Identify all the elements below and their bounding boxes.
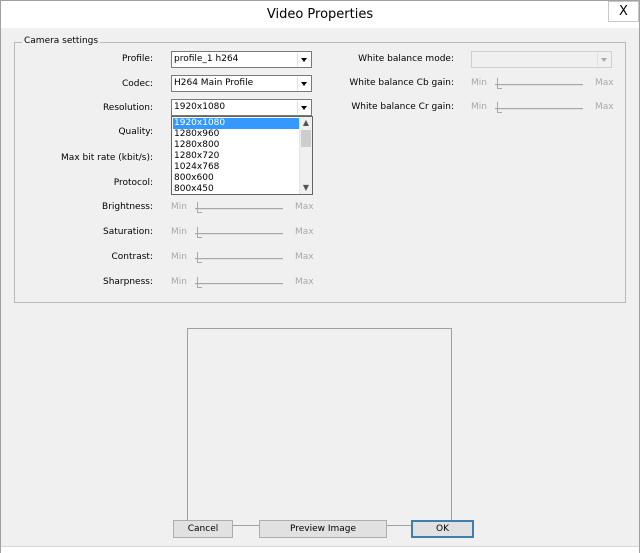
preview-image-button[interactable]: Preview Image [259, 520, 387, 538]
white-balance-cb-min: Min [471, 78, 487, 88]
scroll-up-icon[interactable]: ▲ [300, 117, 312, 129]
video-properties-window: Video Properties X Camera settings Profi… [0, 0, 640, 553]
bottom-edge [1, 546, 639, 553]
scrollbar-thumb[interactable] [301, 130, 311, 147]
chevron-down-icon[interactable] [597, 53, 610, 66]
resolution-option[interactable]: 1280x720 [173, 151, 299, 162]
scroll-down-icon[interactable]: ▼ [300, 182, 312, 194]
white-balance-cr-thumb[interactable] [497, 102, 502, 113]
protocol-label: Protocol: [113, 178, 153, 188]
contrast-label: Contrast: [111, 252, 154, 262]
saturation-min: Min [171, 227, 187, 237]
cancel-button[interactable]: Cancel [173, 520, 233, 538]
resolution-option[interactable]: 1920x1080 [173, 118, 299, 129]
white-balance-cb-max: Max [595, 78, 614, 88]
sharpness-label: Sharpness: [103, 277, 153, 287]
quality-label: Quality: [118, 127, 153, 137]
sharpness-slider[interactable]: Min Max [171, 277, 316, 291]
saturation-track [195, 233, 283, 235]
camera-settings-legend: Camera settings [22, 36, 101, 46]
preview-image-area [187, 328, 452, 526]
codec-label: Codec: [121, 79, 153, 89]
saturation-label: Saturation: [103, 227, 153, 237]
contrast-min: Min [171, 252, 187, 262]
resolution-option[interactable]: 800x450 [173, 184, 299, 195]
close-button[interactable]: X [608, 1, 639, 22]
white-balance-cr-track [495, 108, 583, 110]
sharpness-track [195, 283, 283, 285]
white-balance-mode-combo[interactable] [471, 51, 612, 68]
brightness-label: Brightness: [102, 202, 153, 212]
saturation-max: Max [295, 227, 314, 237]
resolution-option[interactable]: 1280x800 [173, 140, 299, 151]
resolution-value: 1920x1080 [174, 102, 226, 112]
white-balance-cb-track [495, 84, 583, 86]
saturation-thumb[interactable] [197, 227, 202, 238]
resolution-label: Resolution: [102, 103, 153, 113]
white-balance-cb-label: White balance Cb gain: [349, 78, 454, 88]
window-title: Video Properties [266, 7, 374, 22]
contrast-max: Max [295, 252, 314, 262]
codec-value: H264 Main Profile [174, 78, 254, 88]
saturation-slider[interactable]: Min Max [171, 227, 316, 241]
resolution-option[interactable]: 1280x960 [173, 129, 299, 140]
dropdown-scrollbar[interactable]: ▲ ▼ [299, 117, 312, 194]
resolution-option[interactable]: 800x600 [173, 173, 299, 184]
ok-button[interactable]: OK [411, 520, 474, 538]
sharpness-max: Max [295, 277, 314, 287]
white-balance-mode-label: White balance mode: [358, 54, 454, 64]
close-icon: X [619, 4, 628, 19]
sharpness-min: Min [171, 277, 187, 287]
resolution-dropdown-list[interactable]: 1920x1080 1280x960 1280x800 1280x720 102… [171, 116, 313, 195]
contrast-slider[interactable]: Min Max [171, 252, 316, 266]
resolution-option[interactable]: 1024x768 [173, 162, 299, 173]
white-balance-cb-slider[interactable]: Min Max [471, 78, 616, 92]
brightness-max: Max [295, 202, 314, 212]
brightness-slider[interactable]: Min Max [171, 202, 316, 216]
sharpness-thumb[interactable] [197, 277, 202, 288]
profile-label: Profile: [121, 54, 153, 64]
white-balance-cr-slider[interactable]: Min Max [471, 102, 616, 116]
brightness-track [195, 208, 283, 210]
white-balance-cb-thumb[interactable] [497, 78, 502, 89]
white-balance-cr-max: Max [595, 102, 614, 112]
brightness-thumb[interactable] [197, 202, 202, 213]
white-balance-cr-min: Min [471, 102, 487, 112]
title-bar: Video Properties X [1, 1, 639, 28]
max-bit-rate-label: Max bit rate (kbit/s): [61, 153, 153, 163]
brightness-min: Min [171, 202, 187, 212]
white-balance-cr-label: White balance Cr gain: [351, 102, 454, 112]
contrast-track [195, 258, 283, 260]
contrast-thumb[interactable] [197, 252, 202, 263]
profile-value: profile_1 h264 [174, 54, 239, 64]
